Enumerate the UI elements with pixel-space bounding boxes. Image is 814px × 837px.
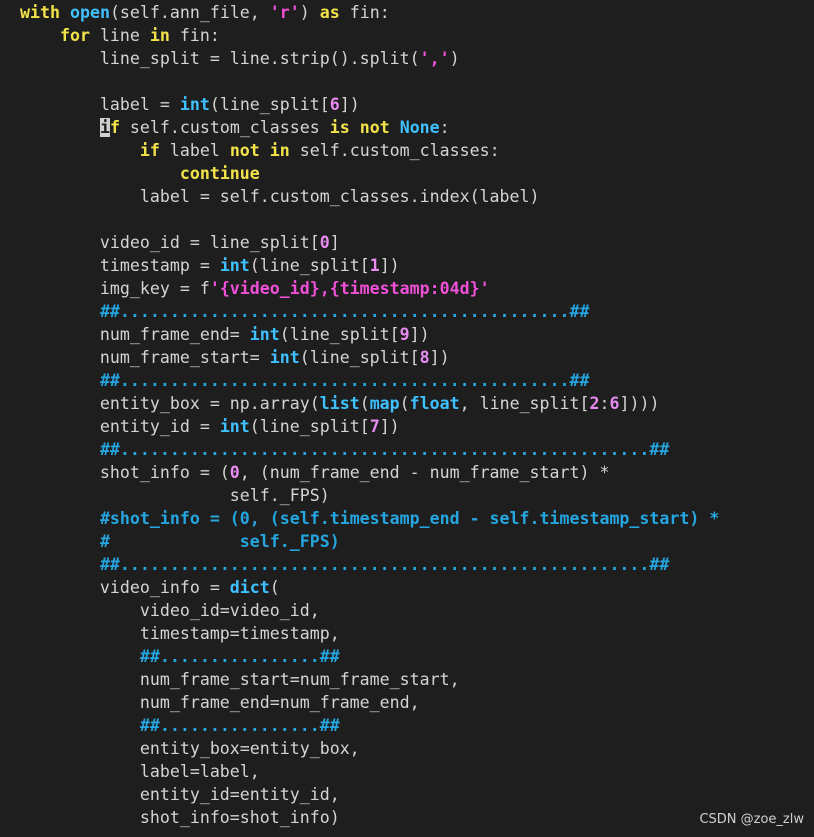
code-line[interactable]: for line in fin: <box>20 24 220 47</box>
code-line[interactable]: video_info = dict( <box>20 576 280 599</box>
code-line[interactable]: continue <box>20 162 260 185</box>
code-line[interactable]: ##......................................… <box>20 369 590 392</box>
code-line[interactable]: timestamp=timestamp, <box>20 622 340 645</box>
code-line[interactable]: num_frame_end=num_frame_end, <box>20 691 420 714</box>
code-line[interactable]: label=label, <box>20 760 260 783</box>
code-line[interactable]: entity_id=entity_id, <box>20 783 340 806</box>
code-line[interactable]: # self._FPS) <box>20 530 340 553</box>
code-line[interactable]: img_key = f'{video_id},{timestamp:04d}' <box>20 277 490 300</box>
code-line[interactable]: if label not in self.custom_classes: <box>20 139 500 162</box>
code-line[interactable]: with open(self.ann_file, 'r') as fin: <box>20 1 390 24</box>
code-line[interactable]: entity_id = int(line_split[7]) <box>20 415 400 438</box>
code-line[interactable]: shot_info=shot_info) <box>20 806 340 829</box>
code-line[interactable]: label = self.custom_classes.index(label) <box>20 185 540 208</box>
code-line[interactable]: entity_box = np.array(list(map(float, li… <box>20 392 660 415</box>
code-line[interactable]: ##................## <box>20 714 340 737</box>
code-line[interactable]: num_frame_start=num_frame_start, <box>20 668 460 691</box>
code-line[interactable]: #shot_info = (0, (self.timestamp_end - s… <box>20 507 719 530</box>
code-line[interactable]: timestamp = int(line_split[1]) <box>20 254 400 277</box>
code-editor[interactable]: with open(self.ann_file, 'r') as fin: fo… <box>0 0 814 837</box>
code-line[interactable]: num_frame_start= int(line_split[8]) <box>20 346 450 369</box>
code-line[interactable]: entity_box=entity_box, <box>20 737 360 760</box>
code-line[interactable]: self._FPS) <box>20 484 330 507</box>
code-line[interactable]: ##......................................… <box>20 300 590 323</box>
code-line[interactable]: shot_info = (0, (num_frame_end - num_fra… <box>20 461 610 484</box>
code-line[interactable]: ##......................................… <box>20 438 669 461</box>
code-line[interactable]: label = int(line_split[6]) <box>20 93 360 116</box>
code-line[interactable]: video_id = line_split[0] <box>20 231 340 254</box>
code-line[interactable]: ##................## <box>20 645 340 668</box>
code-line[interactable]: ##......................................… <box>20 553 669 576</box>
code-line[interactable]: if self.custom_classes is not None: <box>20 116 450 139</box>
code-line[interactable]: line_split = line.strip().split(',') <box>20 47 460 70</box>
code-line[interactable]: num_frame_end= int(line_split[9]) <box>20 323 430 346</box>
code-line[interactable]: video_id=video_id, <box>20 599 320 622</box>
watermark: CSDN @zoe_zlw <box>699 812 804 827</box>
